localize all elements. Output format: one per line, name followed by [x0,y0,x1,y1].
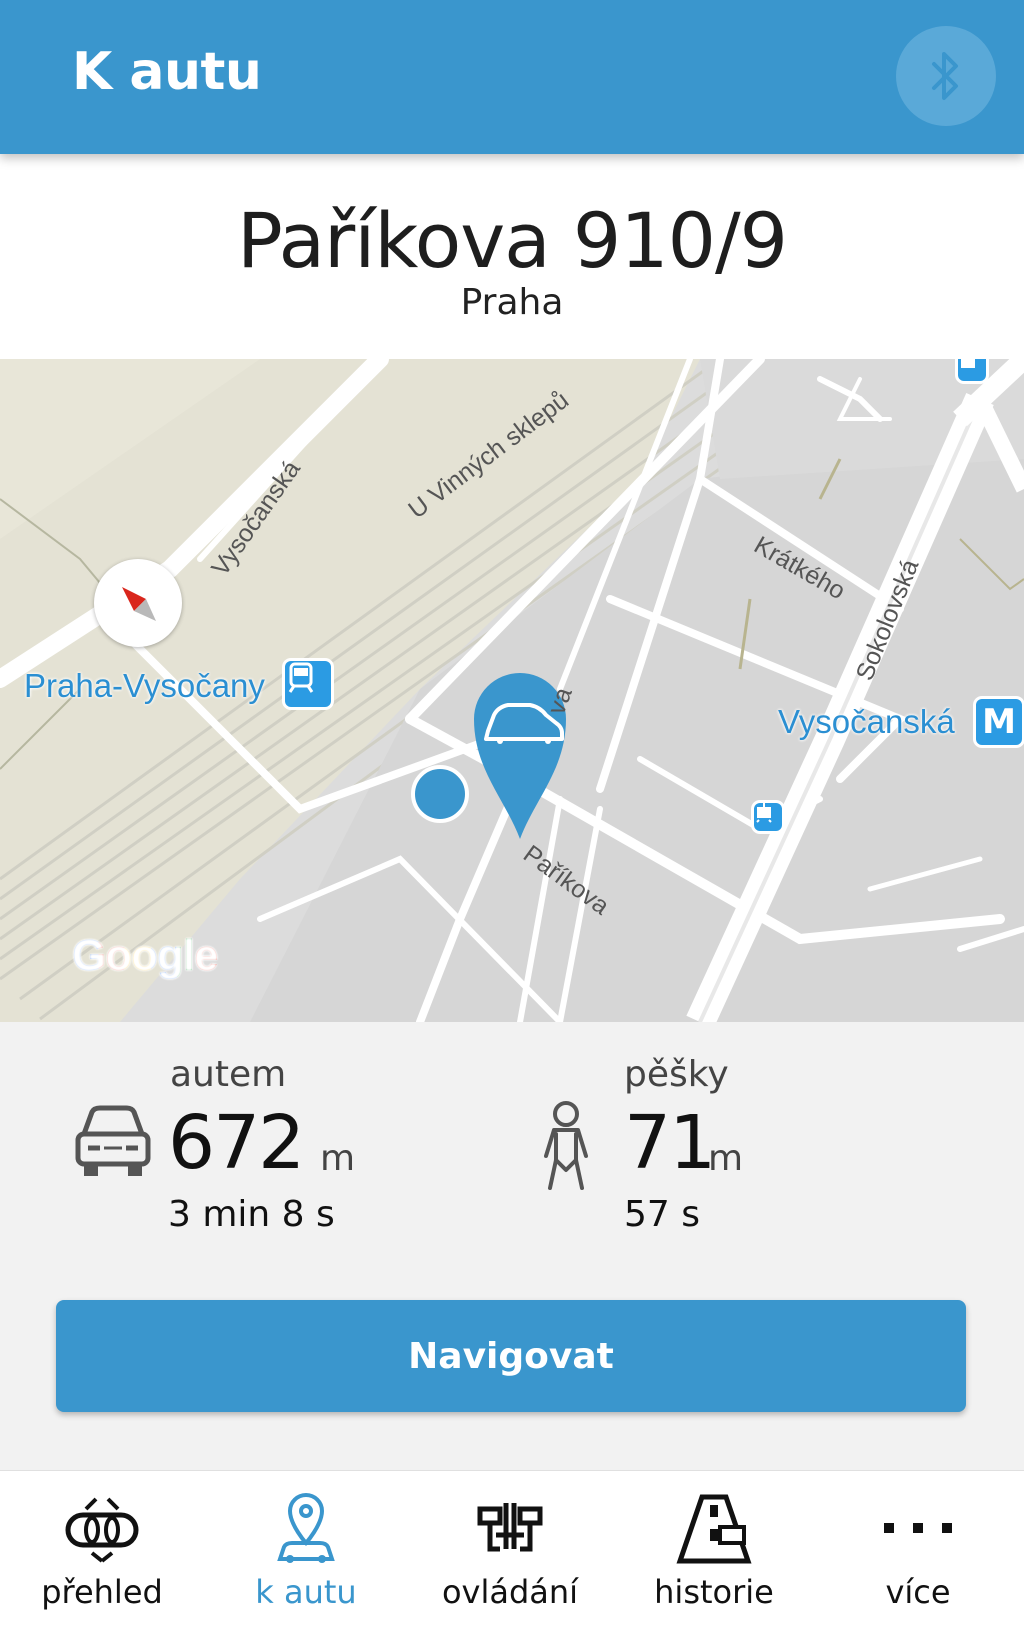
more-icon [884,1523,952,1533]
compass-icon [122,587,156,621]
car-distance-unit: m [320,1138,356,1179]
bottom-navigation: přehled k autu ovládání historie více [0,1470,1024,1633]
navigate-button[interactable]: Navigovat [56,1300,966,1412]
address-panel: Paříkova 910/9 Praha [0,154,1024,359]
car-icon [75,1105,151,1176]
city-name: Praha [460,282,564,323]
tab-vice[interactable]: více [816,1471,1020,1633]
app-bar: K autu [0,0,1024,154]
controls-icon [477,1503,543,1552]
car-distance-label: autem [170,1054,287,1095]
tram-stop-icon[interactable] [754,803,782,831]
road-history-icon [676,1494,752,1564]
street-address: Paříkova 910/9 [237,196,788,285]
walk-distance-unit: m [708,1138,744,1179]
metro-badge-icon[interactable]: M [976,699,1022,745]
tab-historie[interactable]: historie [612,1471,816,1633]
walk-distance-value: 71 [624,1100,716,1186]
tab-label: ovládání [441,1573,579,1611]
pedestrian-icon [544,1101,588,1190]
tab-label: historie [654,1573,774,1611]
tram-stop-icon-top[interactable] [958,359,986,381]
overview-icon [65,1497,139,1563]
compass-button[interactable] [94,559,182,647]
station-label[interactable]: Praha-Vysočany [24,667,265,705]
tab-label: více [885,1573,951,1611]
tab-prehled[interactable]: přehled [0,1471,204,1633]
tab-label: k autu [255,1573,357,1611]
car-location-icon [277,1492,335,1563]
google-attribution: Google [72,931,219,980]
tab-ovladani[interactable]: ovládání [408,1471,612,1633]
page-title: K autu [72,42,262,102]
walk-travel-time: 57 s [624,1194,701,1235]
bluetooth-button[interactable] [896,26,996,126]
car-distance-value: 672 [168,1100,305,1186]
map-view[interactable]: Vysočanská U Vinných sklepů Krátkého Sok… [0,359,1024,1022]
user-location-dot [411,765,469,823]
bluetooth-icon [932,52,958,100]
car-travel-time: 3 min 8 s [168,1194,335,1235]
metro-station-label[interactable]: Vysočanská [778,703,955,741]
tab-label: přehled [41,1573,163,1611]
tab-k-autu[interactable]: k autu [204,1471,408,1633]
walk-distance-label: pěšky [624,1054,729,1095]
train-station-icon[interactable] [285,661,331,707]
google-logo: Google [72,931,219,981]
